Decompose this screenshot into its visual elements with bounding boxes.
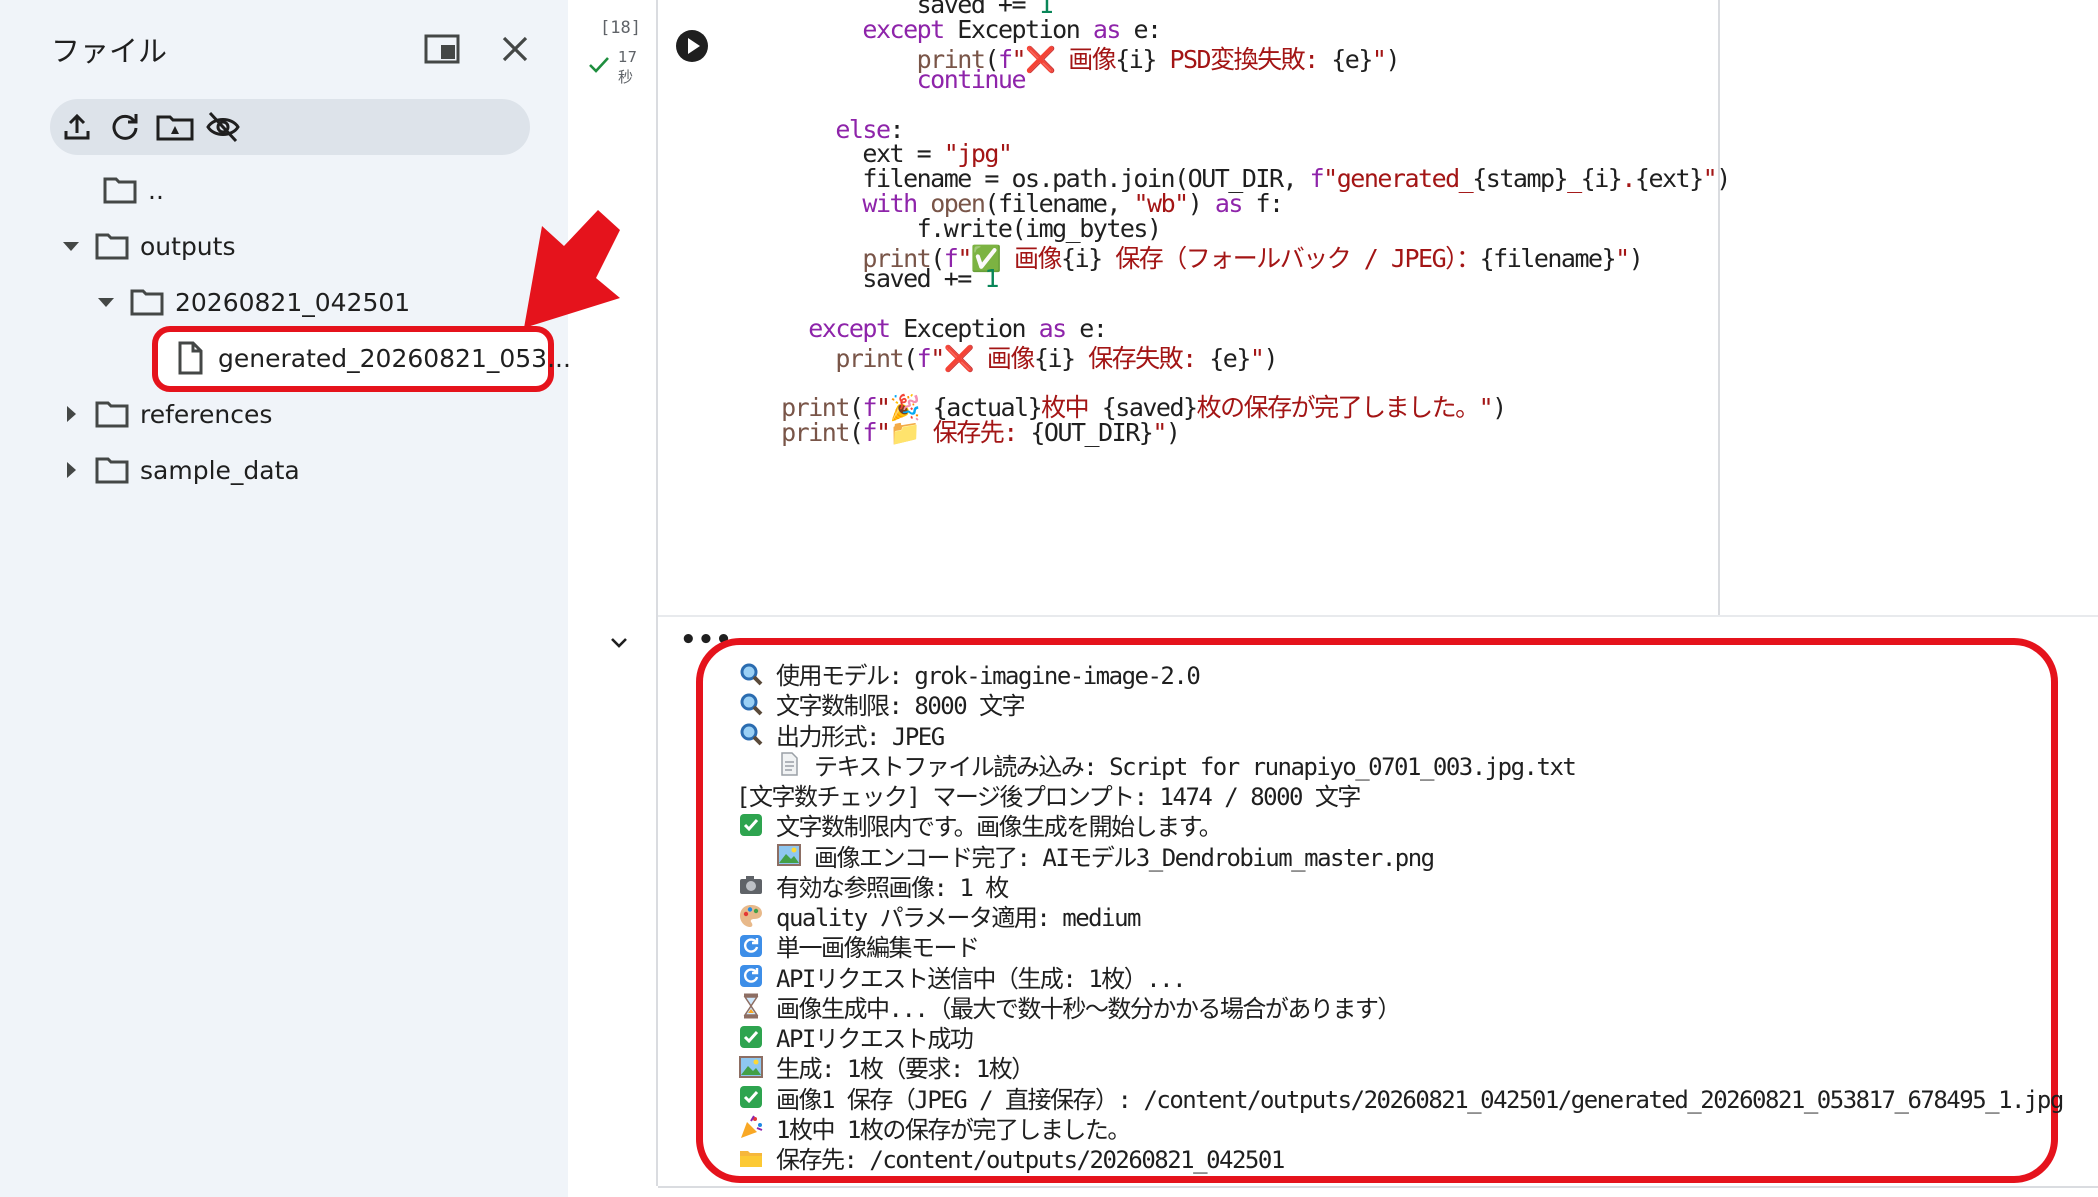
output-line-text: 保存先: /content/outputs/20260821_042501 <box>776 1146 1285 1174</box>
magnifier-icon <box>738 661 764 687</box>
hide-files-icon[interactable] <box>205 109 241 145</box>
code-line: saved += 1 <box>754 263 999 293</box>
sidebar-title: ファイル <box>51 34 168 68</box>
file-toolbar <box>50 99 530 155</box>
undock-window-icon[interactable] <box>424 34 460 66</box>
code-line: print(f"❌ 画像{i} 保存失敗: {e}") <box>835 343 1278 373</box>
file-icon <box>178 341 203 375</box>
check-icon <box>738 812 764 838</box>
tree-item-label: .. <box>148 175 164 205</box>
mount-drive-icon[interactable] <box>155 109 195 145</box>
tree-item-run-folder[interactable]: 20260821_042501 <box>93 277 410 327</box>
check-icon <box>738 1024 764 1050</box>
check-icon <box>589 57 609 73</box>
tree-item-outputs[interactable]: outputs <box>58 221 235 271</box>
code-line: print(f"📁 保存先: {OUT_DIR}") <box>781 418 1181 448</box>
chevron-down-icon[interactable] <box>93 289 119 315</box>
folder-icon <box>95 401 129 428</box>
picture-icon <box>776 842 802 868</box>
hourglass-icon <box>738 993 764 1019</box>
magnifier-icon <box>738 721 764 747</box>
refresh-icon <box>738 933 764 959</box>
document-icon <box>776 751 802 777</box>
camera-icon <box>738 872 764 898</box>
tree-item-label: generated_20260821_053... <box>218 343 571 373</box>
party-icon <box>738 1114 764 1140</box>
chevron-right-icon[interactable] <box>58 401 84 427</box>
palette-icon <box>738 903 764 929</box>
tree-item-label: sample_data <box>140 455 300 485</box>
red-arrow-annotation <box>524 210 620 328</box>
folder-icon <box>738 1145 764 1171</box>
tree-item-label: outputs <box>140 231 236 261</box>
folder-icon <box>95 457 129 484</box>
chevron-down-icon[interactable] <box>58 233 84 259</box>
collapse-output-icon[interactable] <box>606 630 632 656</box>
chevron-right-icon[interactable] <box>58 457 84 483</box>
tree-item-parent[interactable]: .. <box>102 165 164 215</box>
close-icon[interactable] <box>500 34 530 64</box>
upload-icon[interactable] <box>59 109 95 145</box>
folder-icon <box>95 233 129 260</box>
execution-time-unit: 秒 <box>618 68 634 86</box>
execution-count: [18] <box>600 18 641 38</box>
tree-item-references[interactable]: references <box>58 389 272 439</box>
tree-item-sample-data[interactable]: sample_data <box>58 445 300 495</box>
tree-item-label: 20260821_042501 <box>175 287 411 317</box>
code-line: continue <box>916 64 1027 94</box>
picture-icon <box>738 1054 764 1080</box>
tree-item-label: references <box>140 399 273 429</box>
code-editor[interactable]: saved += 1 except Exception as e: print(… <box>658 0 1731 615</box>
output-line: 保存先: /content/outputs/20260821_042501 <box>738 1140 1285 1175</box>
refresh-icon[interactable] <box>107 109 143 145</box>
folder-icon <box>103 177 137 204</box>
refresh-icon <box>738 963 764 989</box>
file-browser-sidebar: ファイル .. outputs 20260821_042501 generate… <box>0 0 620 1197</box>
check-icon <box>738 1084 764 1110</box>
folder-icon <box>130 289 164 316</box>
execution-time-value: 17 <box>618 48 638 66</box>
magnifier-icon <box>738 691 764 717</box>
tree-item-generated-file[interactable]: generated_20260821_053... <box>172 333 571 383</box>
